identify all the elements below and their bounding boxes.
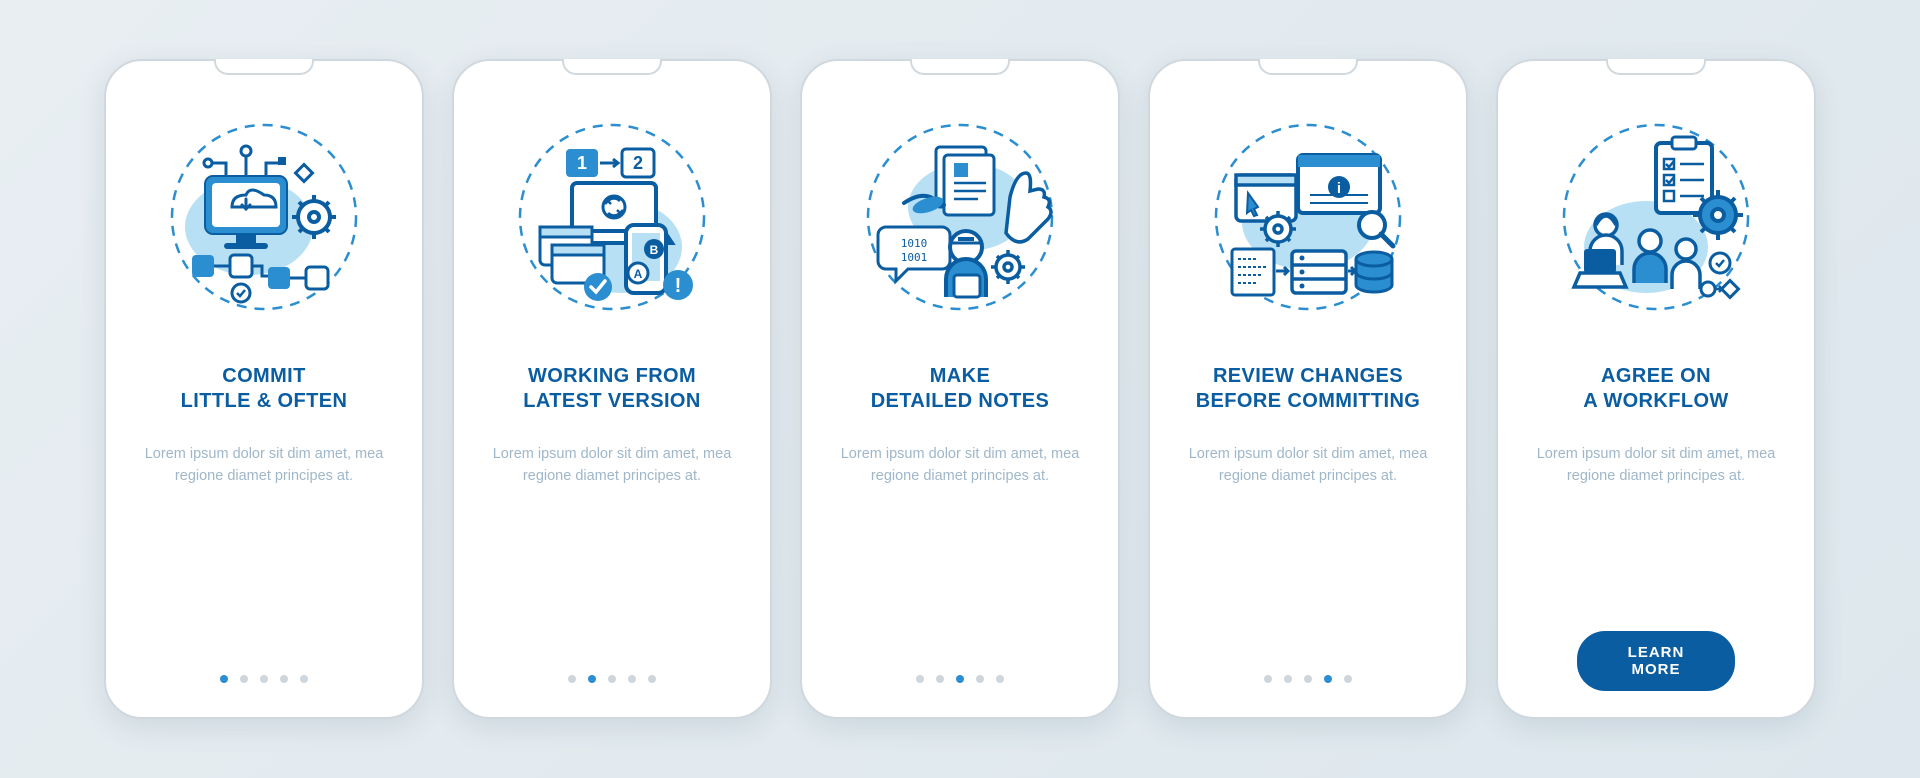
dot[interactable] — [976, 675, 984, 683]
svg-text:B: B — [650, 243, 659, 257]
dot[interactable] — [568, 675, 576, 683]
onboarding-screen-2: 1 2 B A ! WORKING FROM LATEST VER — [452, 59, 772, 719]
dot[interactable] — [996, 675, 1004, 683]
svg-text:2: 2 — [633, 153, 643, 173]
dot[interactable] — [956, 675, 964, 683]
dot[interactable] — [628, 675, 636, 683]
commit-often-icon — [154, 107, 374, 327]
page-indicator — [916, 675, 1004, 689]
svg-text:1001: 1001 — [901, 251, 928, 264]
screen-body: Lorem ipsum dolor sit dim amet, mea regi… — [1518, 443, 1794, 488]
screen-body: Lorem ipsum dolor sit dim amet, mea regi… — [822, 443, 1098, 488]
phone-notch — [1258, 59, 1358, 75]
dot[interactable] — [240, 675, 248, 683]
svg-text:1010: 1010 — [901, 237, 928, 250]
learn-more-button[interactable]: LEARN MORE — [1577, 631, 1735, 691]
dot[interactable] — [916, 675, 924, 683]
onboarding-screen-5: AGREE ON A WORKFLOW Lorem ipsum dolor si… — [1496, 59, 1816, 719]
phone-notch — [1606, 59, 1706, 75]
review-changes-icon: i — [1198, 107, 1418, 327]
phone-notch — [562, 59, 662, 75]
dot[interactable] — [648, 675, 656, 683]
page-indicator — [1264, 675, 1352, 689]
dot[interactable] — [280, 675, 288, 683]
phone-notch — [910, 59, 1010, 75]
screen-title: MAKE DETAILED NOTES — [871, 363, 1050, 415]
dot[interactable] — [1304, 675, 1312, 683]
page-indicator — [568, 675, 656, 689]
dot[interactable] — [300, 675, 308, 683]
screen-title: REVIEW CHANGES BEFORE COMMITTING — [1196, 363, 1421, 415]
dot[interactable] — [1264, 675, 1272, 683]
screen-title: AGREE ON A WORKFLOW — [1583, 363, 1728, 415]
svg-text:A: A — [634, 267, 643, 281]
onboarding-screen-3: 1010 1001 MAKE DETAILED NOTES Lorem ipsu… — [800, 59, 1120, 719]
screen-title: WORKING FROM LATEST VERSION — [523, 363, 700, 415]
dot[interactable] — [608, 675, 616, 683]
screen-body: Lorem ipsum dolor sit dim amet, mea regi… — [1170, 443, 1446, 488]
screen-title: COMMIT LITTLE & OFTEN — [181, 363, 348, 415]
screen-body: Lorem ipsum dolor sit dim amet, mea regi… — [126, 443, 402, 488]
latest-version-icon: 1 2 B A ! — [502, 107, 722, 327]
page-indicator — [220, 675, 308, 689]
dot[interactable] — [1324, 675, 1332, 683]
dot[interactable] — [936, 675, 944, 683]
screen-body: Lorem ipsum dolor sit dim amet, mea regi… — [474, 443, 750, 488]
dot[interactable] — [220, 675, 228, 683]
dot[interactable] — [260, 675, 268, 683]
dot[interactable] — [1284, 675, 1292, 683]
svg-text:1: 1 — [577, 153, 587, 173]
dot[interactable] — [1344, 675, 1352, 683]
agree-workflow-icon — [1546, 107, 1766, 327]
dot[interactable] — [588, 675, 596, 683]
onboarding-screen-4: i REVIEW CHANGES BEFOR — [1148, 59, 1468, 719]
phone-notch — [214, 59, 314, 75]
detailed-notes-icon: 1010 1001 — [850, 107, 1070, 327]
onboarding-screen-1: COMMIT LITTLE & OFTEN Lorem ipsum dolor … — [104, 59, 424, 719]
svg-text:!: ! — [675, 275, 682, 297]
